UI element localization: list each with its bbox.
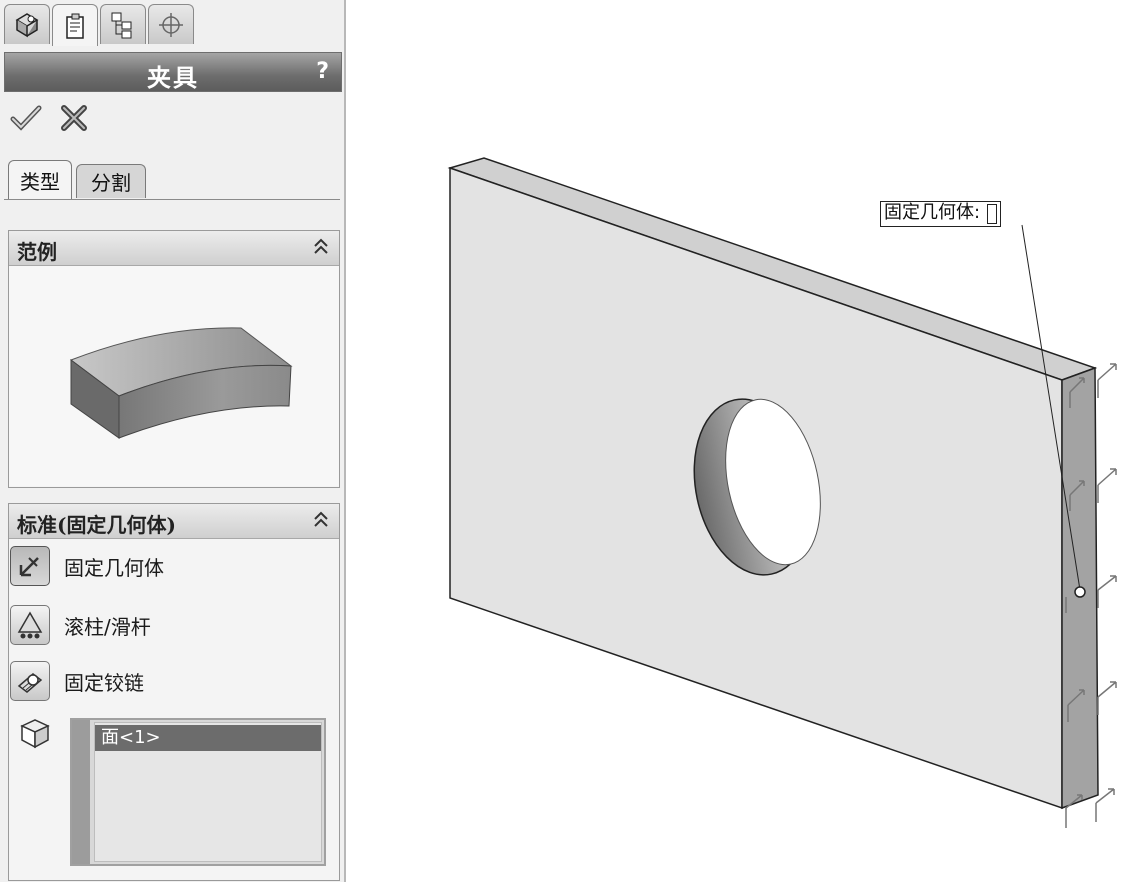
property-title-bar: 夹具 ? <box>4 52 342 92</box>
manager-tabs <box>4 4 194 46</box>
roller-slider-label: 滚柱/滑杆 <box>64 614 151 639</box>
face-selection-list[interactable]: 面<1> <box>70 718 326 866</box>
fixed-geometry-icon <box>19 557 39 577</box>
roller-slider-button[interactable] <box>10 605 50 645</box>
subtab-divider <box>4 199 340 200</box>
standard-section-header[interactable]: 标准(固定几何体) <box>9 504 339 539</box>
tab-property-manager[interactable] <box>52 4 98 46</box>
selected-face-item[interactable]: 面<1> <box>95 725 321 751</box>
roller-slider-icon <box>17 611 43 639</box>
fixed-hinge-icon <box>17 673 43 693</box>
property-manager-panel: 夹具 ? 类型 分割 范例 标准(固定几何体) 固定几何体 滚柱/滑杆 固定铰链… <box>0 0 346 882</box>
checkmark-icon[interactable] <box>10 104 42 132</box>
option-fixed-hinge[interactable]: 固定铰链 <box>10 661 144 701</box>
tab-feature-manager[interactable] <box>4 4 50 44</box>
configuration-manager-icon <box>111 12 132 38</box>
fixed-hinge-button[interactable] <box>10 661 50 701</box>
tab-type[interactable]: 类型 <box>8 160 72 200</box>
graphics-viewport[interactable] <box>348 0 1124 882</box>
fixed-geometry-button[interactable] <box>10 546 50 586</box>
curved-block-preview <box>69 327 293 439</box>
standard-section-title: 标准(固定几何体) <box>17 513 176 537</box>
cube-face-icon <box>20 719 50 749</box>
tab-configuration-manager[interactable] <box>100 4 146 44</box>
fixed-hinge-label: 固定铰链 <box>64 670 144 695</box>
help-button[interactable]: ? <box>316 59 329 84</box>
callout-anchor-marker <box>1074 586 1086 598</box>
option-fixed-geometry[interactable]: 固定几何体 <box>10 546 164 586</box>
selection-list-body[interactable]: 面<1> <box>94 722 322 862</box>
fixed-geometry-label: 固定几何体 <box>64 555 164 580</box>
ok-cancel-bar <box>10 104 88 132</box>
fixed-geometry-callout[interactable]: 固定几何体: <box>880 201 1002 227</box>
double-chevron-up-icon[interactable] <box>313 237 329 257</box>
dim-xpert-icon <box>159 12 183 37</box>
tab-split[interactable]: 分割 <box>76 164 146 198</box>
property-manager-icon <box>66 13 84 39</box>
feature-manager-icon <box>15 12 39 37</box>
selection-list-color-stripe <box>72 720 90 864</box>
example-section-header[interactable]: 范例 <box>9 231 339 266</box>
callout-toggle-box[interactable] <box>987 204 998 224</box>
tab-dimxpert-manager[interactable] <box>148 4 194 44</box>
option-roller-slider[interactable]: 滚柱/滑杆 <box>10 605 151 645</box>
example-section: 范例 <box>8 230 340 488</box>
callout-label: 固定几何体: <box>884 202 981 223</box>
double-chevron-up-icon[interactable] <box>313 510 329 530</box>
property-title: 夹具 <box>147 63 199 92</box>
example-section-title: 范例 <box>17 240 57 264</box>
example-preview <box>9 266 339 486</box>
x-icon[interactable] <box>60 104 88 132</box>
plate-model-view[interactable] <box>348 0 1124 882</box>
